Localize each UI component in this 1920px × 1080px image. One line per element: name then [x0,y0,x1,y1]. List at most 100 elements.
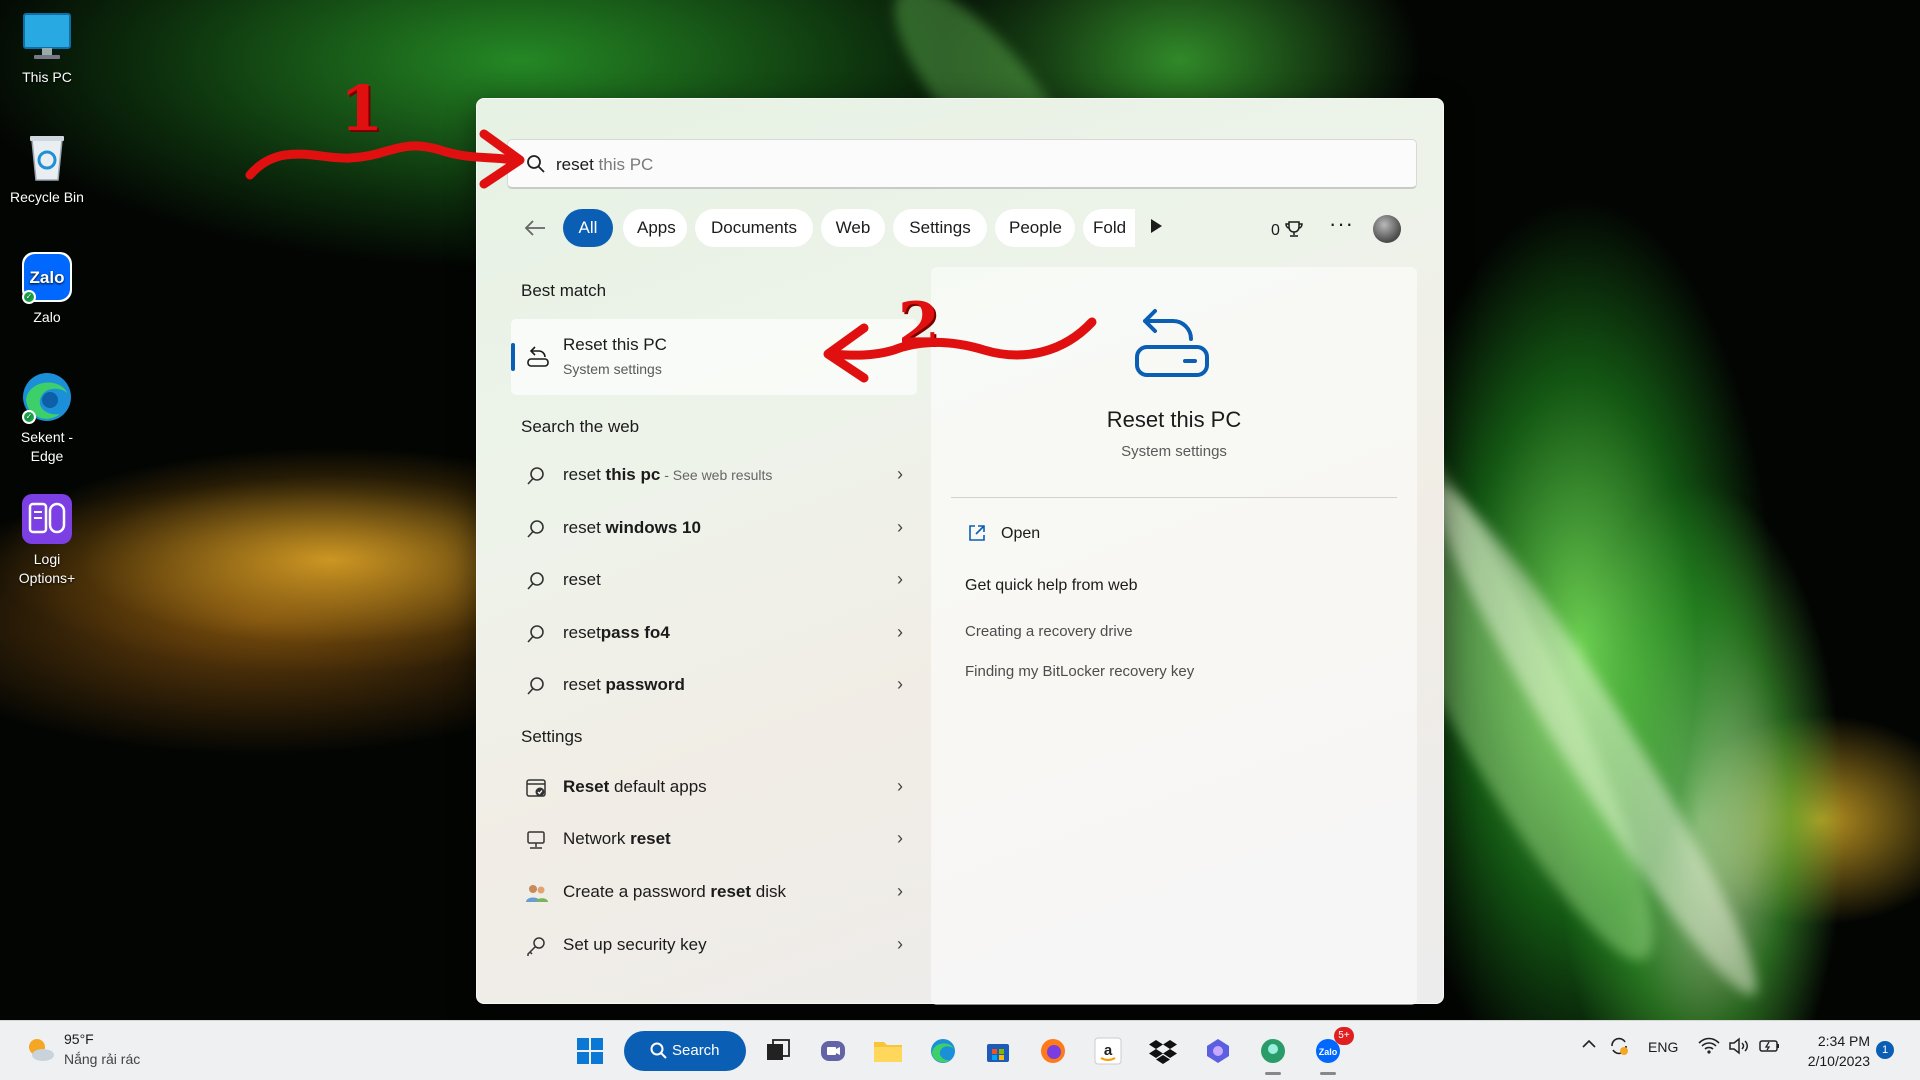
firefox-button[interactable] [1035,1033,1071,1069]
chevron-right-icon: › [897,934,903,954]
weather-widget[interactable]: 95°F Nắng rải rác [24,1031,140,1070]
search-typed-text: reset [556,155,594,174]
open-button[interactable]: Open [1001,525,1040,543]
filter-chip-apps[interactable]: Apps [623,209,687,247]
users-icon [525,882,548,904]
edge-taskbar-button[interactable] [925,1033,961,1069]
taskbar-search-button[interactable]: Search [624,1031,746,1071]
sync-status-button[interactable] [1608,1035,1630,1060]
dropbox-icon [1149,1040,1177,1064]
more-options-button[interactable]: ··· [1329,211,1354,237]
dropbox-button[interactable] [1145,1033,1181,1069]
desktop-icon-zalo[interactable]: Zalo ✓ Zalo [1,250,93,327]
sync-check-icon: ✓ [22,290,36,304]
folder-icon [874,1042,902,1062]
language-indicator[interactable]: ENG [1648,1039,1678,1055]
rewards-points-value: 0 [1271,222,1280,239]
web-result-item[interactable]: reset password › [511,663,921,709]
wifi-button[interactable] [1698,1037,1720,1058]
help-link[interactable]: Finding my BitLocker recovery key [965,663,1194,680]
store-button[interactable] [980,1033,1016,1069]
result-suffix: default apps [609,777,707,796]
sync-icon [1611,1037,1628,1055]
help-link[interactable]: Creating a recovery drive [965,623,1133,640]
show-hidden-icons-button[interactable] [1580,1037,1598,1054]
amazon-button[interactable]: a [1090,1033,1126,1069]
key-icon [525,935,547,957]
search-web-heading: Search the web [521,417,640,436]
search-suggestion-text: this PC [593,155,654,174]
settings-result-item[interactable]: Reset default apps › [511,765,921,811]
desktop-icon-this-pc[interactable]: This PC [1,10,93,87]
filter-chip-settings[interactable]: Settings [893,209,987,247]
recycle-bin-icon [20,130,74,184]
divider [951,497,1397,498]
scroll-filters-play-icon[interactable] [1149,218,1163,239]
result-bold: password [605,675,685,694]
settings-result-item[interactable]: Set up security key › [511,923,921,969]
search-icon [525,465,547,487]
chevron-up-icon [1582,1039,1596,1048]
chevron-right-icon: › [897,674,903,694]
teams-chat-button[interactable] [815,1033,851,1069]
svg-text:Zalo: Zalo [30,268,65,287]
svg-text:Zalo: Zalo [1319,1047,1338,1057]
search-panel: reset this PC All Apps Documents Web Set… [476,98,1444,1005]
desktop-icon-label: This PC [22,69,72,85]
filter-chip-all[interactable]: All [563,209,613,247]
result-bold: Reset [563,777,610,796]
start-button[interactable] [572,1033,608,1069]
edge-icon [931,1039,955,1063]
result-bold: windows 10 [605,518,701,537]
edge-profile-icon [1261,1039,1285,1063]
web-result-item[interactable]: reset this pc - See web results › [511,453,921,499]
best-match-heading: Best match [521,281,607,300]
settings-result-item[interactable]: Network reset › [511,817,921,863]
zalo-icon: Zalo ✓ [20,250,74,304]
taskbar-search-label: Search [672,1042,720,1059]
copilot-button[interactable] [1200,1033,1236,1069]
open-external-icon[interactable] [967,523,987,548]
result-bold: reset [630,829,671,848]
desktop-icon-label: Edge [30,448,64,464]
notification-count-badge[interactable]: 1 [1876,1041,1894,1059]
result-prefix: reset [563,518,606,537]
zalo-taskbar-button[interactable]: Zalo 5+ [1310,1027,1354,1075]
chevron-right-icon: › [897,776,903,796]
avatar[interactable] [1373,215,1401,243]
web-result-item[interactable]: reset windows 10 › [511,506,921,552]
filter-chip-web[interactable]: Web [821,209,885,247]
result-prefix: reset [563,623,601,642]
desktop-icon-label: Options+ [18,570,76,586]
rewards-points[interactable]: 0 [1271,219,1304,240]
clock-time: 2:34 PM [1817,1033,1870,1049]
web-result-item[interactable]: reset › [511,558,921,604]
filter-chip-folders[interactable]: Fold [1083,209,1135,247]
search-icon [525,623,547,645]
chevron-right-icon: › [897,881,903,901]
monitor-icon [20,10,74,64]
task-view-button[interactable] [760,1033,796,1069]
filter-chip-people[interactable]: People [995,209,1075,247]
battery-button[interactable] [1758,1037,1782,1058]
desktop-icon-recycle-bin[interactable]: Recycle Bin [1,130,93,207]
settings-result-item[interactable]: Create a password reset disk › [511,870,921,916]
filter-chip-documents[interactable]: Documents [695,209,813,247]
desktop-icon-logi-options[interactable]: Logi Options+ [1,492,93,588]
back-arrow-icon[interactable] [523,217,547,245]
search-input[interactable]: reset this PC [507,139,1417,189]
result-bold: reset [710,882,752,901]
file-explorer-button[interactable] [870,1033,906,1069]
weather-desc: Nắng rải rác [64,1051,141,1067]
reset-pc-icon [525,343,551,374]
volume-button[interactable] [1728,1037,1750,1058]
detail-subtitle: System settings [1121,443,1227,460]
desktop-icon-label: Zalo [33,309,61,325]
edge-profile-button[interactable] [1255,1033,1291,1075]
network-icon [525,829,547,851]
web-result-item[interactable]: resetpass fo4 › [511,611,921,657]
clock[interactable]: 2:34 PM 2/10/2023 [1798,1031,1870,1071]
amazon-icon: a [1094,1037,1122,1065]
result-bold: this pc [605,465,661,484]
desktop-icon-edge[interactable]: ✓ Sekent - Edge [1,370,93,466]
